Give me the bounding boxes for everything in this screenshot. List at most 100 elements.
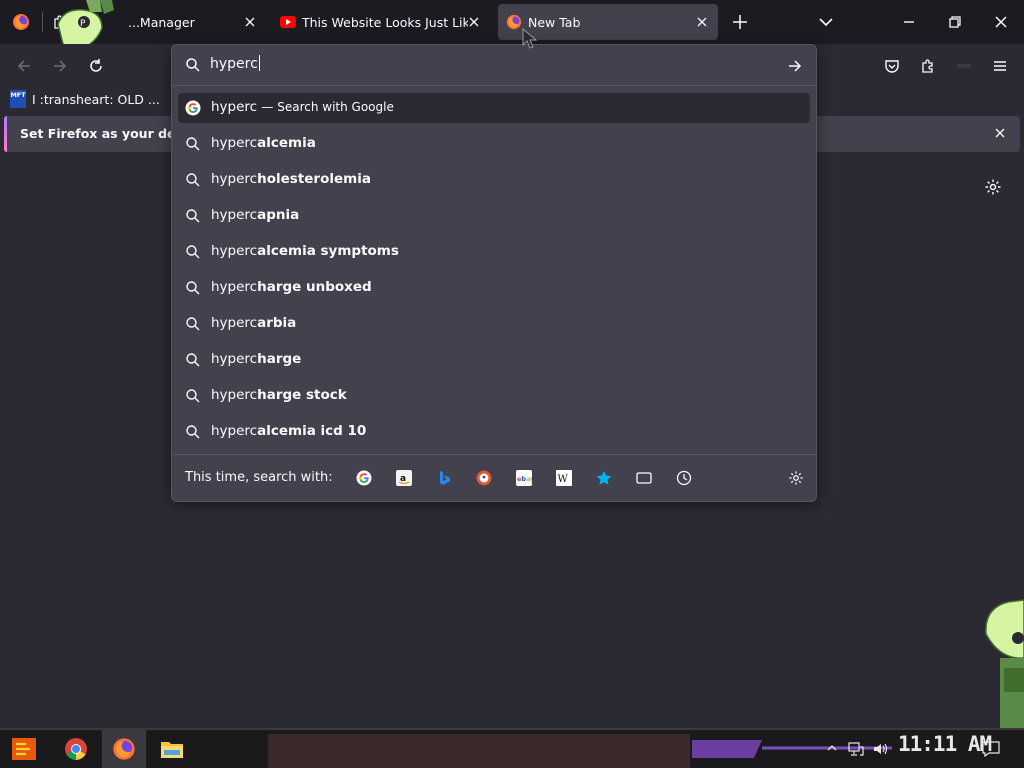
suggestion-completion: harge [257, 351, 302, 367]
bookmark-label: I :transheart: OLD ... [32, 91, 160, 107]
search-icon [185, 136, 201, 152]
minimize-button[interactable] [886, 0, 932, 44]
suggestion-text: hypercalcemia icd 10 [211, 423, 366, 439]
url-input-text: hyperc [210, 56, 258, 72]
search-icon [185, 172, 201, 188]
suggestion-text: hypercalcemia symptoms [211, 243, 399, 259]
search-icon [185, 244, 201, 260]
suggestion-text: hypercalcemia [211, 135, 316, 151]
duckduckgo-icon[interactable] [475, 469, 493, 487]
close-icon[interactable] [242, 14, 258, 30]
suggestion-completion: alcemia icd 10 [257, 423, 367, 439]
suggestion-prefix: hyperc [211, 171, 258, 187]
svg-text:ebay: ebay [517, 475, 532, 483]
result-query: hyperc [211, 99, 258, 115]
firefox-view-icon[interactable] [12, 13, 30, 31]
go-arrow-icon[interactable] [786, 57, 804, 75]
bookmark-favicon: MFT [10, 90, 26, 108]
suggestion-completion: holesterolemia [257, 171, 371, 187]
reload-button[interactable] [84, 54, 108, 78]
close-icon[interactable] [466, 14, 482, 30]
divider [172, 85, 816, 86]
bing-icon[interactable] [435, 469, 453, 487]
close-icon[interactable] [694, 14, 710, 30]
suggestion-completion: apnia [257, 207, 300, 223]
wikipedia-icon[interactable]: W [555, 469, 573, 487]
firefox-icon [506, 14, 522, 30]
suggestion-completion: harge unboxed [257, 279, 372, 295]
notification-accent [4, 116, 7, 152]
pocket-icon[interactable] [880, 54, 904, 78]
start-button[interactable] [10, 736, 38, 762]
tab-divider [42, 12, 43, 32]
new-tab-button[interactable] [728, 10, 752, 34]
taskbar-clock[interactable]: 11:11 AM [898, 732, 992, 756]
suggestion-prefix: hyperc [211, 279, 258, 295]
suggestion-row[interactable]: hypercalcemia symptoms [178, 237, 810, 267]
extensions-icon[interactable] [916, 54, 940, 78]
chrome-icon[interactable] [64, 737, 88, 761]
tab-title: ...Manager [128, 14, 195, 30]
account-icon[interactable] [952, 54, 976, 78]
taskbar-decoration [268, 734, 690, 768]
svg-text:W: W [558, 474, 569, 485]
gear-icon[interactable] [787, 469, 805, 487]
network-icon[interactable] [848, 741, 864, 757]
close-icon[interactable] [992, 125, 1008, 141]
result-action: — Search with Google [261, 100, 394, 114]
search-icon [185, 388, 201, 404]
suggestion-row[interactable]: hypercharge [178, 345, 810, 375]
list-all-tabs-button[interactable] [814, 10, 838, 34]
google-icon[interactable] [355, 469, 373, 487]
suggestion-row[interactable]: hypercalcemia icd 10 [178, 417, 810, 447]
restore-button[interactable] [932, 0, 978, 44]
suggestion-row[interactable]: hypercarbia [178, 309, 810, 339]
suggestion-text: hypercholesterolemia [211, 171, 371, 187]
close-window-button[interactable] [978, 0, 1024, 44]
menu-icon[interactable] [988, 54, 1012, 78]
tab-strip: ...Manager P This Website Looks Just Lik… [0, 0, 1024, 52]
url-input[interactable]: hyperc [210, 55, 260, 72]
suggestion-text: hypercharge stock [211, 387, 347, 403]
heuristic-result[interactable]: hyperc — Search with Google [178, 93, 810, 123]
divider [172, 454, 816, 455]
suggestion-text: hypercapnia [211, 207, 299, 223]
suggestion-completion: alcemia [257, 135, 316, 151]
file-explorer-icon[interactable] [160, 738, 184, 760]
search-icon [185, 352, 201, 368]
tab-title: This Website Looks Just Like [302, 14, 468, 30]
suggestion-row[interactable]: hypercapnia [178, 201, 810, 231]
gear-icon[interactable] [984, 178, 1002, 196]
search-icon [185, 57, 201, 73]
forward-button[interactable] [48, 54, 72, 78]
taskbar [0, 728, 1024, 768]
suggestion-text: hypercarbia [211, 315, 296, 331]
suggestion-row[interactable]: hypercharge stock [178, 381, 810, 411]
text-caret [258, 55, 260, 71]
suggestion-text: hypercharge unboxed [211, 279, 372, 295]
search-icon [185, 424, 201, 440]
suggestion-row[interactable]: hypercholesterolemia [178, 165, 810, 195]
search-icon [185, 208, 201, 224]
suggestion-row[interactable]: hypercalcemia [178, 129, 810, 159]
firefox-icon [112, 737, 136, 761]
tab-website[interactable]: This Website Looks Just Like [272, 4, 490, 40]
chevron-up-icon[interactable] [826, 742, 838, 754]
taskbar-firefox-active[interactable] [102, 730, 146, 768]
youtube-icon [280, 16, 296, 28]
bookmark-item[interactable]: MFT I :transheart: OLD ... [10, 89, 160, 109]
urlbar-dropdown: hyperc hyperc — Search with Google hyper… [171, 44, 817, 502]
amazon-icon[interactable]: a [395, 469, 413, 487]
urlbar[interactable]: hyperc [172, 45, 816, 85]
suggestion-prefix: hyperc [211, 315, 258, 331]
ebay-icon[interactable]: ebay [515, 469, 533, 487]
suggestion-prefix: hyperc [211, 135, 258, 151]
bookmarks-icon[interactable] [595, 469, 613, 487]
tabs-icon[interactable] [635, 469, 653, 487]
suggestion-prefix: hyperc [211, 423, 258, 439]
svg-text:P: P [80, 19, 86, 29]
volume-icon[interactable] [872, 741, 888, 757]
suggestion-row[interactable]: hypercharge unboxed [178, 273, 810, 303]
history-icon[interactable] [675, 469, 693, 487]
back-button[interactable] [12, 54, 36, 78]
